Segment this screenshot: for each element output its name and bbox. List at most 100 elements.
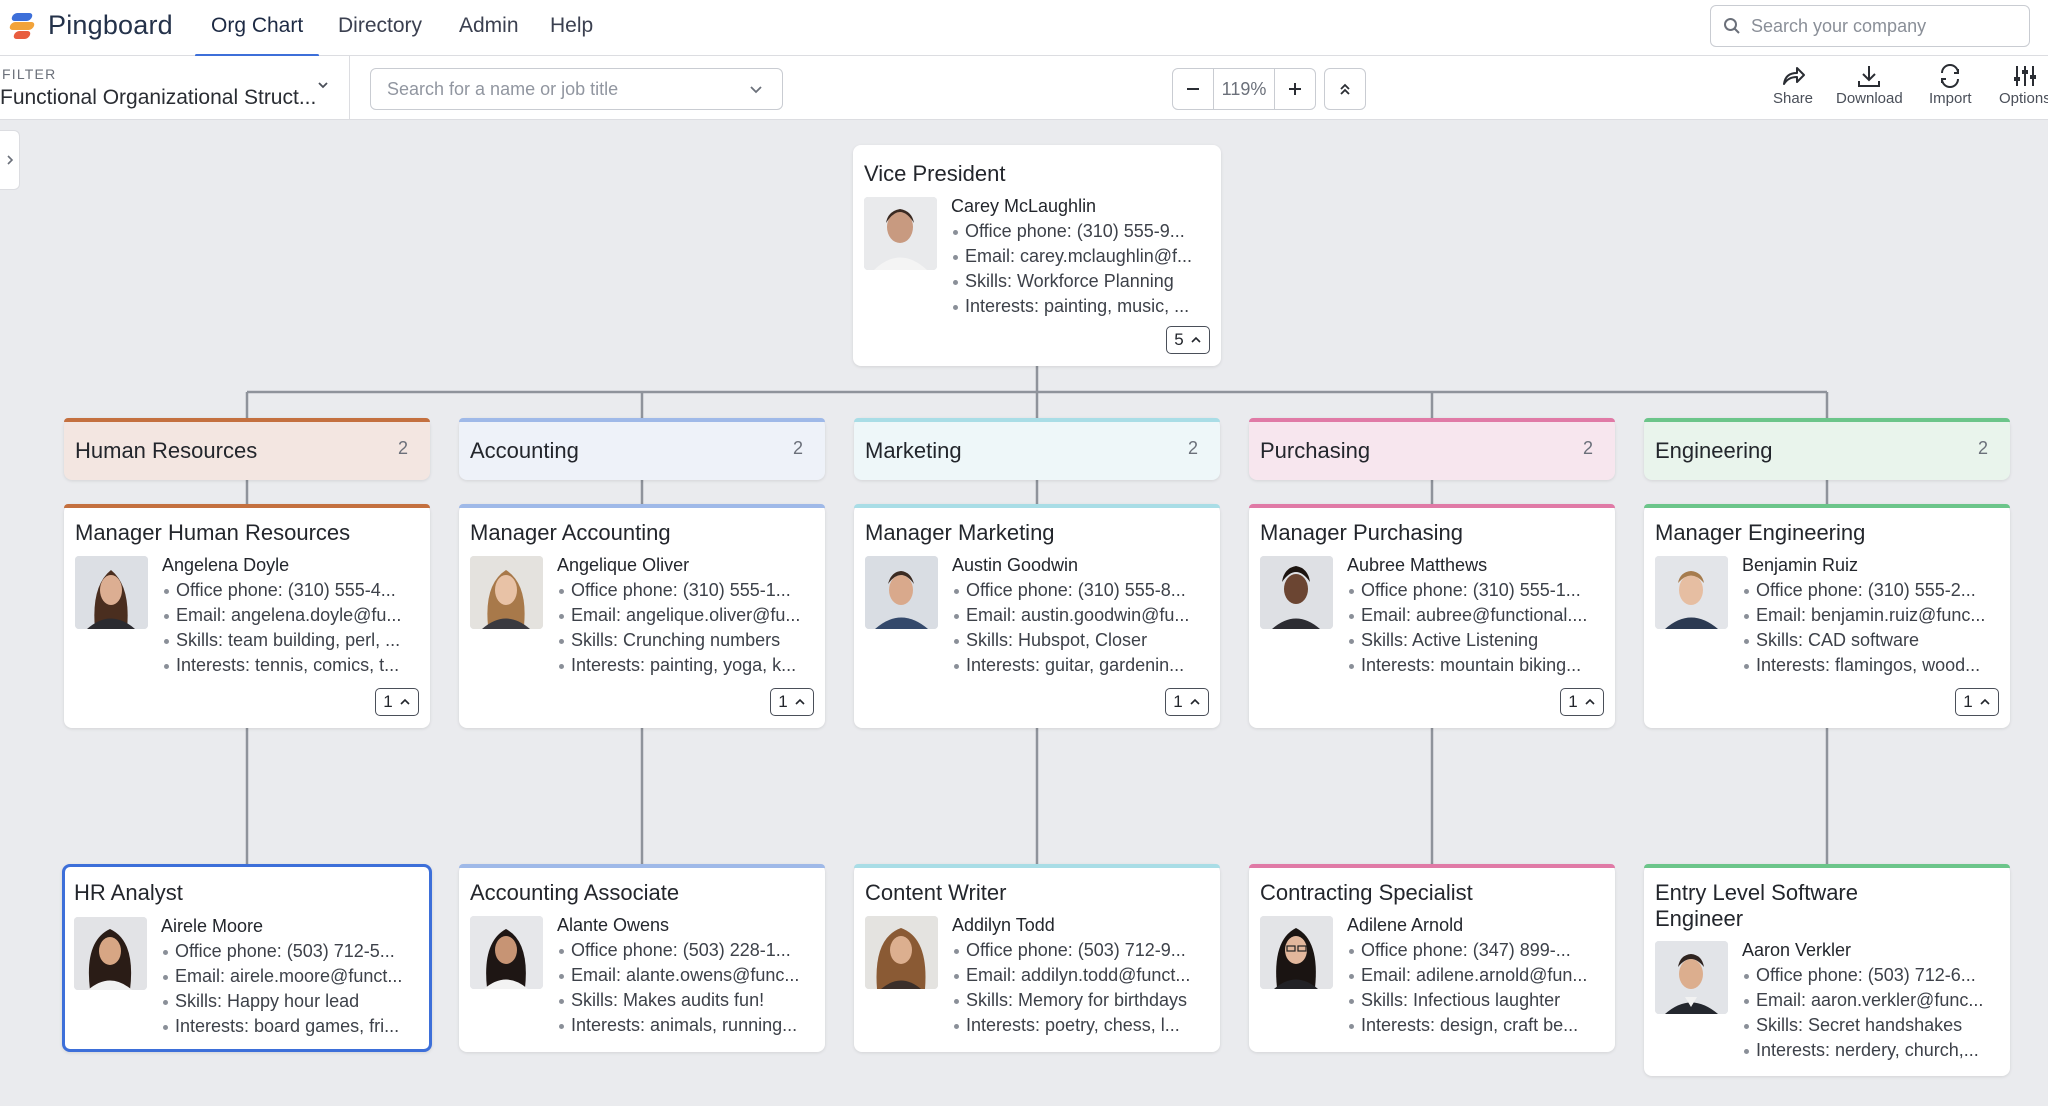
email: Email: austin.goodwin@fu...	[952, 603, 1212, 628]
chevron-up-icon	[1190, 698, 1200, 705]
department-count: 2	[792, 438, 803, 458]
avatar	[1655, 556, 1728, 629]
email: Email: carey.mclaughlin@f...	[951, 244, 1213, 269]
department-count: 2	[1582, 438, 1593, 458]
department-count: 2	[1977, 438, 1988, 458]
department-count: 2	[397, 438, 408, 458]
job-title: Content Writer	[865, 880, 1007, 905]
job-title: Contracting Specialist	[1260, 880, 1473, 905]
interests: Interests: board games, fri...	[161, 1014, 421, 1039]
manager-card-engineering[interactable]: Manager Engineering Benjamin Ruiz Office…	[1644, 504, 2010, 728]
reports-count: 1	[778, 692, 788, 711]
dept-human-resources[interactable]: Human Resources 2	[64, 418, 430, 480]
email: Email: aubree@functional....	[1347, 603, 1607, 628]
skills: Skills: Crunching numbers	[557, 628, 817, 653]
dept-marketing[interactable]: Marketing 2	[854, 418, 1220, 480]
person-name[interactable]: Austin Goodwin	[952, 553, 1212, 578]
avatar	[470, 916, 543, 989]
person-info: Angelique Oliver Office phone: (310) 555…	[557, 553, 817, 678]
office-phone: Office phone: (310) 555-1...	[557, 578, 817, 603]
report-card-entry-level-software-engineer[interactable]: Entry Level Software Engineer Aaron Verk…	[1644, 864, 2010, 1076]
avatar	[864, 197, 937, 270]
interests: Interests: flamingos, wood...	[1742, 653, 2002, 678]
skills: Skills: team building, perl, ...	[162, 628, 422, 653]
department-name: Human Resources	[75, 438, 258, 463]
office-phone: Office phone: (310) 555-9...	[951, 219, 1213, 244]
dept-accounting[interactable]: Accounting 2	[459, 418, 825, 480]
avatar	[470, 556, 543, 629]
job-title: HR Analyst	[74, 880, 183, 905]
person-name[interactable]: Benjamin Ruiz	[1742, 553, 2002, 578]
email: Email: aaron.verkler@func...	[1742, 988, 2002, 1013]
job-title: Entry Level Software Engineer	[1655, 880, 1858, 931]
skills: Skills: Workforce Planning	[951, 269, 1213, 294]
person-name[interactable]: Alante Owens	[557, 913, 817, 938]
email: Email: alante.owens@func...	[557, 963, 817, 988]
job-title: Manager Purchasing	[1260, 520, 1464, 545]
person-name[interactable]: Aaron Verkler	[1742, 938, 2002, 963]
dept-purchasing[interactable]: Purchasing 2	[1249, 418, 1615, 480]
department-name: Engineering	[1655, 438, 1773, 463]
reports-count: 1	[1173, 692, 1183, 711]
office-phone: Office phone: (503) 712-9...	[952, 938, 1212, 963]
person-info: Aaron Verkler Office phone: (503) 712-6.…	[1742, 938, 2002, 1063]
person-name[interactable]: Airele Moore	[161, 914, 421, 939]
office-phone: Office phone: (310) 555-2...	[1742, 578, 2002, 603]
interests: Interests: guitar, gardenin...	[952, 653, 1212, 678]
email: Email: addilyn.todd@funct...	[952, 963, 1212, 988]
reports-count: 5	[1174, 330, 1184, 349]
interests: Interests: tennis, comics, t...	[162, 653, 422, 678]
person-info: Aubree Matthews Office phone: (310) 555-…	[1347, 553, 1607, 678]
interests: Interests: painting, music, ...	[951, 294, 1213, 319]
person-name[interactable]: Addilyn Todd	[952, 913, 1212, 938]
expand-reports-button[interactable]: 5	[1166, 326, 1210, 354]
reports-count: 1	[1963, 692, 1973, 711]
office-phone: Office phone: (503) 228-1...	[557, 938, 817, 963]
dept-engineering[interactable]: Engineering 2	[1644, 418, 2010, 480]
person-name[interactable]: Angelena Doyle	[162, 553, 422, 578]
vp-card[interactable]: Vice President Carey McLaughlin Office p…	[853, 145, 1221, 366]
person-info: Alante Owens Office phone: (503) 228-1..…	[557, 913, 817, 1038]
person-info: Addilyn Todd Office phone: (503) 712-9..…	[952, 913, 1212, 1038]
report-card-hr-analyst[interactable]: HR Analyst Airele Moore Office phone: (5…	[62, 864, 432, 1052]
manager-card-human-resources[interactable]: Manager Human Resources Angelena Doyle O…	[64, 504, 430, 728]
skills: Skills: Hubspot, Closer	[952, 628, 1212, 653]
avatar	[75, 556, 148, 629]
manager-card-purchasing[interactable]: Manager Purchasing Aubree Matthews Offic…	[1249, 504, 1615, 728]
report-card-contracting-specialist[interactable]: Contracting Specialist Adilene Arnold Of…	[1249, 864, 1615, 1052]
person-name[interactable]: Aubree Matthews	[1347, 553, 1607, 578]
job-title: Manager Accounting	[470, 520, 671, 545]
department-name: Purchasing	[1260, 438, 1371, 463]
chevron-up-icon	[1191, 336, 1201, 343]
office-phone: Office phone: (503) 712-5...	[161, 939, 421, 964]
chevron-up-icon	[1980, 698, 1990, 705]
expand-reports-button[interactable]: 1	[1165, 688, 1209, 716]
skills: Skills: Active Listening	[1347, 628, 1607, 653]
report-card-accounting-associate[interactable]: Accounting Associate Alante Owens Office…	[459, 864, 825, 1052]
person-name[interactable]: Angelique Oliver	[557, 553, 817, 578]
office-phone: Office phone: (310) 555-1...	[1347, 578, 1607, 603]
job-title: Manager Marketing	[865, 520, 1055, 545]
expand-reports-button[interactable]: 1	[770, 688, 814, 716]
department-name: Accounting	[470, 438, 579, 463]
person-info: Angelena Doyle Office phone: (310) 555-4…	[162, 553, 422, 678]
email: Email: angelena.doyle@fu...	[162, 603, 422, 628]
skills: Skills: CAD software	[1742, 628, 2002, 653]
person-name[interactable]: Carey McLaughlin	[951, 194, 1213, 219]
expand-reports-button[interactable]: 1	[1955, 688, 1999, 716]
email: Email: benjamin.ruiz@func...	[1742, 603, 2002, 628]
interests: Interests: animals, running...	[557, 1013, 817, 1038]
email: Email: angelique.oliver@fu...	[557, 603, 817, 628]
department-name: Marketing	[865, 438, 962, 463]
skills: Skills: Makes audits fun!	[557, 988, 817, 1013]
expand-reports-button[interactable]: 1	[375, 688, 419, 716]
report-card-content-writer[interactable]: Content Writer Addilyn Todd Office phone…	[854, 864, 1220, 1052]
reports-count: 1	[383, 692, 393, 711]
expand-reports-button[interactable]: 1	[1560, 688, 1604, 716]
interests: Interests: nerdery, church,...	[1742, 1038, 2002, 1063]
manager-card-marketing[interactable]: Manager Marketing Austin Goodwin Office …	[854, 504, 1220, 728]
office-phone: Office phone: (347) 899-...	[1347, 938, 1607, 963]
avatar	[865, 556, 938, 629]
person-name[interactable]: Adilene Arnold	[1347, 913, 1607, 938]
manager-card-accounting[interactable]: Manager Accounting Angelique Oliver Offi…	[459, 504, 825, 728]
